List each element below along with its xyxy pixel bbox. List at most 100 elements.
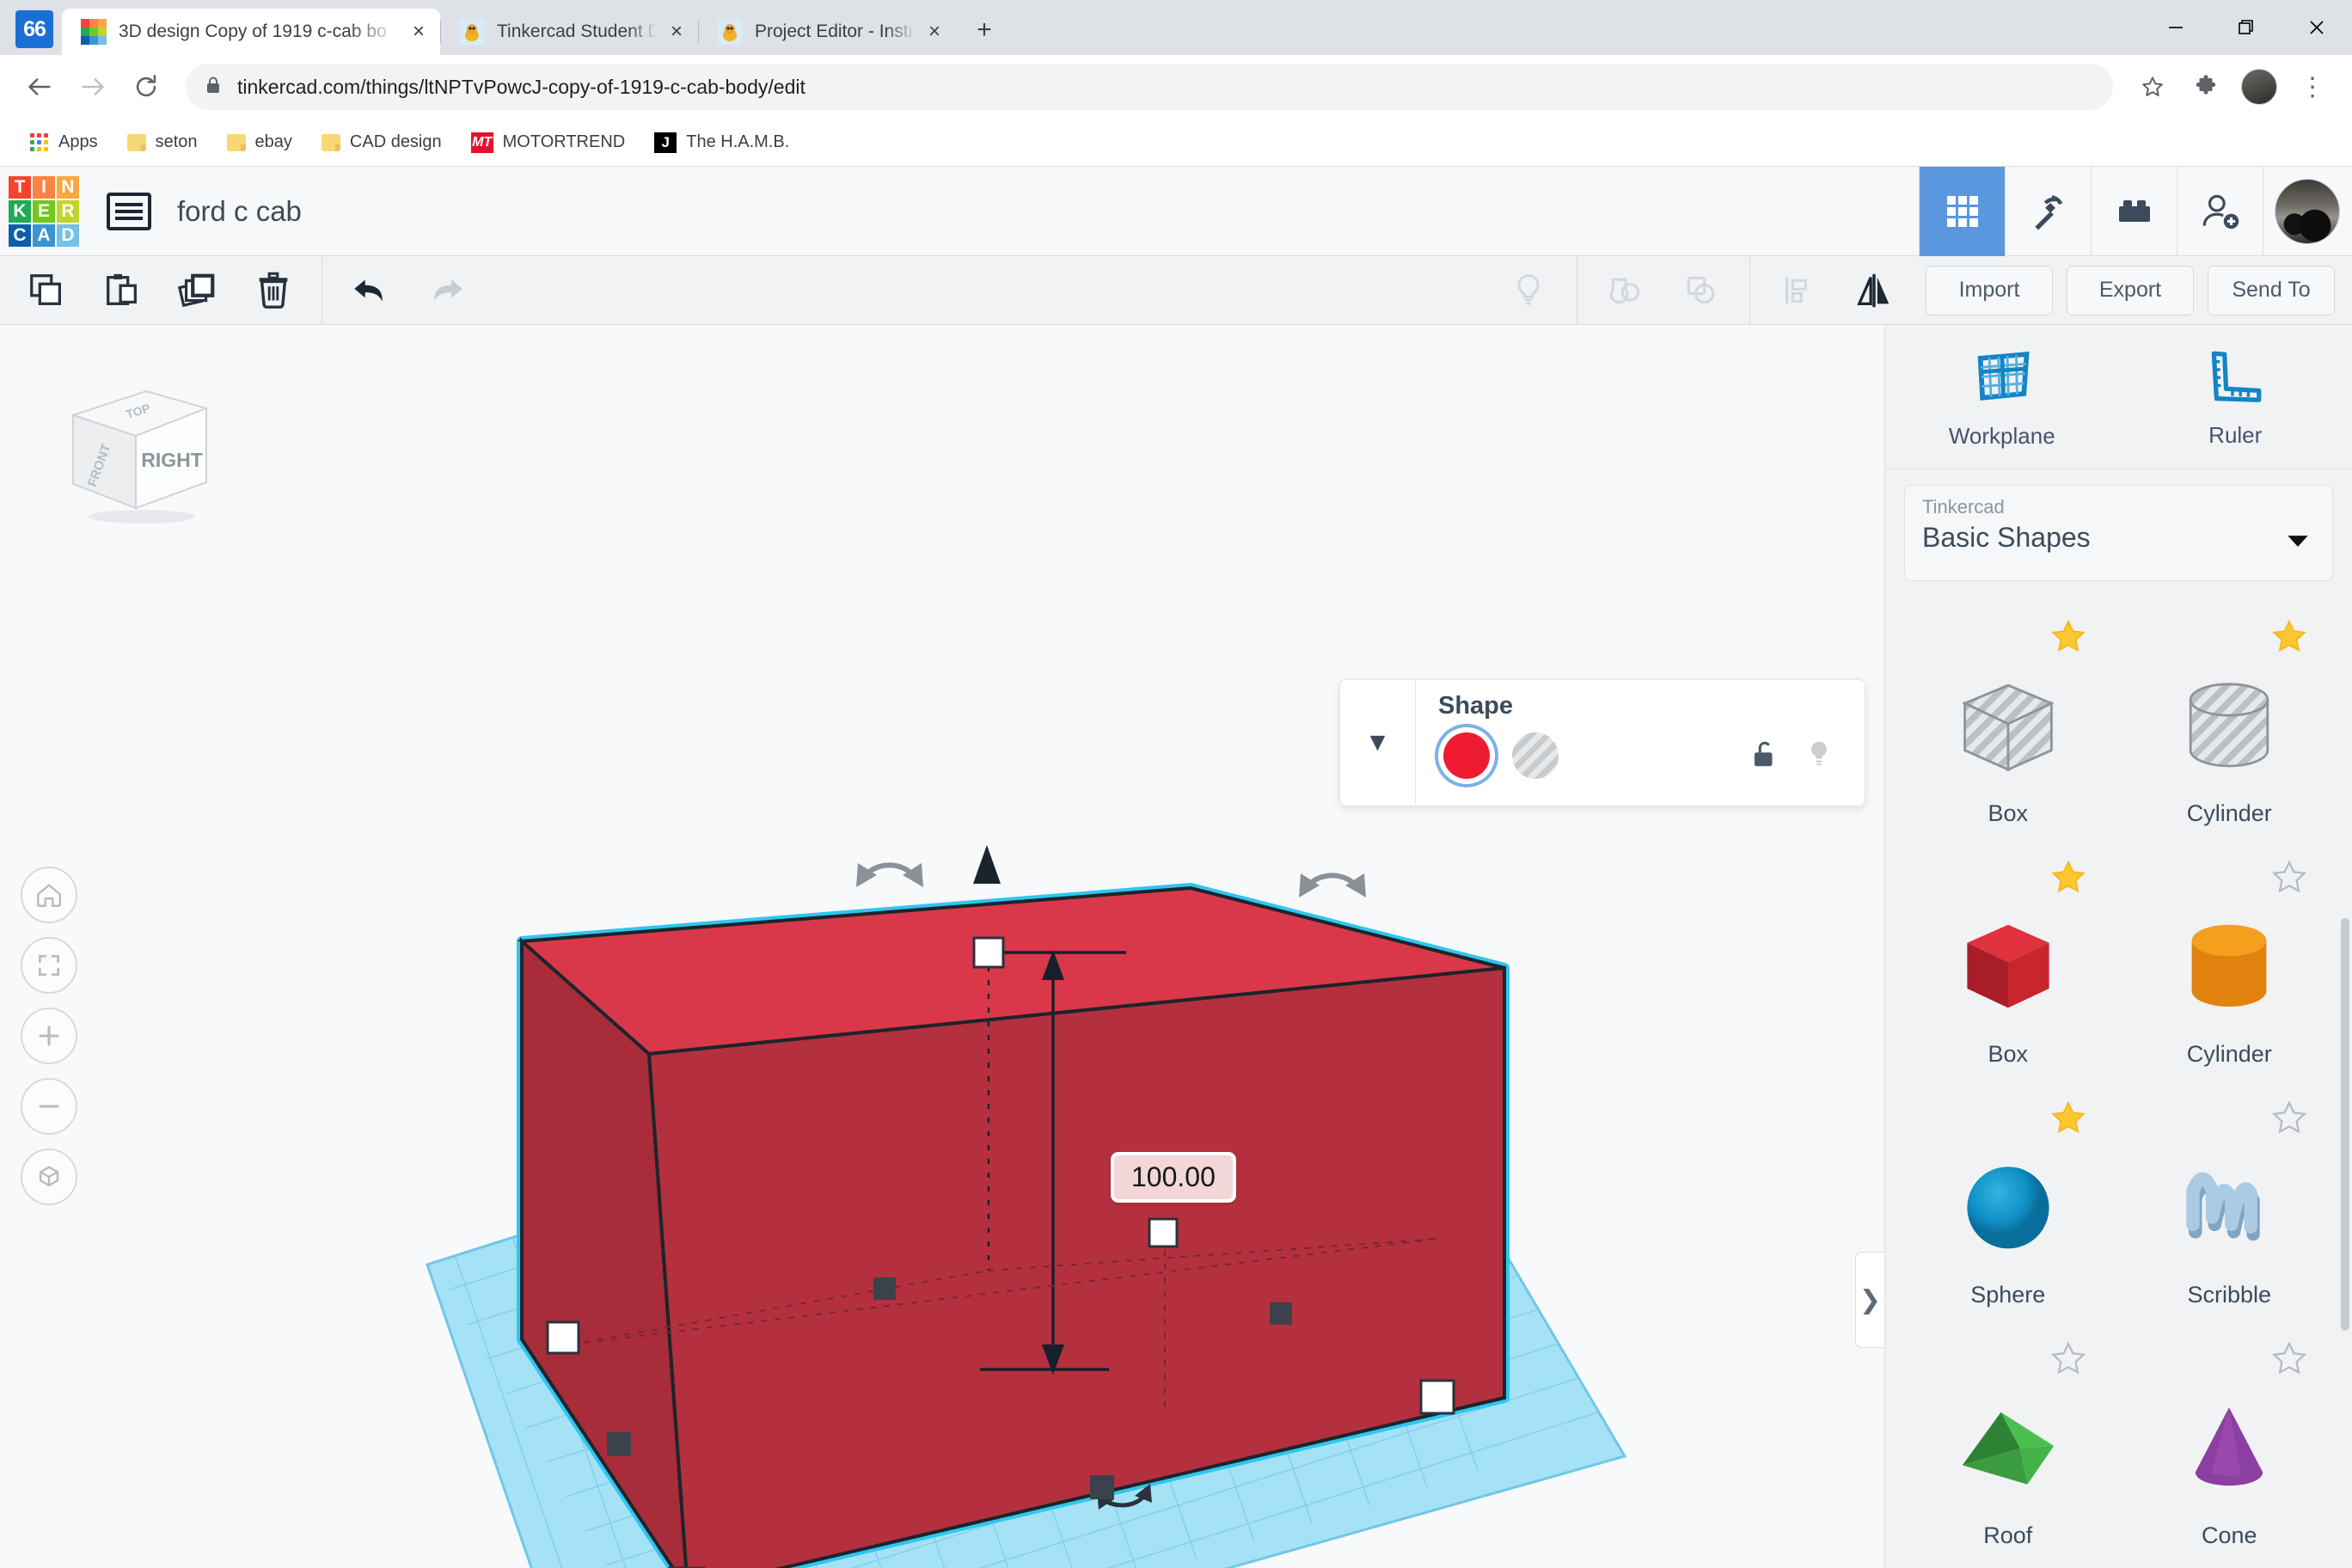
bookmark-label: MOTORTREND [502, 132, 626, 151]
delete-icon[interactable] [236, 256, 311, 325]
browser-tab-2[interactable]: Tinkercad Student Design Contes × [440, 9, 698, 55]
bookmark-cad-design[interactable]: CAD design [310, 127, 453, 157]
sidebar-scrollbar[interactable] [2341, 918, 2349, 1331]
bookmark-apps[interactable]: Apps [19, 127, 109, 157]
profile-avatar[interactable] [2235, 63, 2283, 111]
handle-edge-front [1090, 1475, 1114, 1499]
lightbulb-icon[interactable] [1803, 738, 1835, 775]
user-avatar[interactable] [2263, 166, 2352, 256]
browser-tab-3[interactable]: Project Editor - Instructables × [698, 9, 956, 55]
folder-icon [226, 133, 246, 151]
reload-button[interactable] [122, 63, 170, 111]
close-icon[interactable]: × [920, 17, 949, 46]
minimize-icon[interactable] [2141, 0, 2211, 55]
motortrend-icon: MT [470, 132, 493, 153]
folder-icon [126, 133, 146, 151]
instructables-icon [717, 19, 743, 45]
extension-badge[interactable]: 66 [15, 10, 53, 48]
undo-icon[interactable] [333, 256, 408, 325]
library-collection: Basic Shapes [1922, 522, 2091, 553]
paste-icon[interactable] [84, 256, 160, 325]
view-cube[interactable]: RIGHT FRONT TOP [34, 364, 215, 531]
apps-grid-icon [30, 132, 49, 152]
forward-button[interactable] [69, 63, 117, 111]
bookmark-motortrend[interactable]: MT MOTORTREND [460, 127, 637, 158]
handle-right [1419, 1379, 1455, 1415]
shape-panel-collapse-caret[interactable]: ▼ [1340, 680, 1416, 805]
workplane-label: Workplane [1948, 422, 2055, 449]
sidebar-collapse-handle[interactable]: ❯ [1855, 1252, 1884, 1348]
shape-card-box-solid[interactable]: Box [1897, 842, 2119, 1083]
star-filled-icon[interactable] [2049, 617, 2088, 661]
zoom-out-icon[interactable] [21, 1078, 77, 1135]
orthographic-toggle-icon[interactable] [21, 1148, 77, 1205]
chevron-down-icon [2286, 533, 2310, 553]
export-button[interactable]: Export [2067, 265, 2194, 315]
handle-edge-side [1270, 1302, 1292, 1325]
shape-card-cone[interactable]: Cone [2119, 1324, 2341, 1565]
zoom-in-icon[interactable] [21, 1008, 77, 1064]
close-icon[interactable]: × [404, 17, 433, 46]
shape-card-scribble[interactable]: Scribble [2119, 1083, 2341, 1324]
invite-person-icon[interactable] [2177, 166, 2263, 256]
browser-tab-1[interactable]: 3D design Copy of 1919 c-cab bo × [62, 9, 440, 55]
shape-card-roof[interactable]: Roof [1897, 1324, 2119, 1565]
project-list-icon[interactable] [107, 192, 151, 230]
bookmark-label: seton [155, 132, 198, 151]
send-to-button[interactable]: Send To [2208, 265, 2335, 315]
new-tab-button[interactable]: + [965, 10, 1004, 50]
copy-icon[interactable] [9, 256, 84, 325]
home-view-icon[interactable] [21, 867, 77, 923]
bookmark-hamb[interactable]: J The H.A.M.B. [643, 127, 800, 158]
toolbar-right-group: Import Export Send To [1491, 255, 2343, 325]
close-icon[interactable]: × [662, 17, 691, 46]
logo-tile: E [33, 199, 55, 223]
shape-card-cylinder-solid[interactable]: Cylinder [2119, 842, 2341, 1083]
solid-color-swatch[interactable] [1443, 732, 1490, 779]
handle-left [546, 1320, 580, 1355]
shape-card-cylinder-hole[interactable]: Cylinder [2119, 602, 2341, 842]
minecraft-pickaxe-icon[interactable] [2005, 166, 2091, 256]
hole-swatch[interactable] [1512, 732, 1559, 779]
redo-icon [408, 256, 484, 325]
star-filled-icon[interactable] [2269, 617, 2309, 661]
shape-label: Cone [2201, 1522, 2257, 1548]
3d-design-grid-icon[interactable] [1919, 166, 2005, 256]
close-icon[interactable] [2282, 0, 2352, 55]
duplicate-icon[interactable] [160, 256, 236, 325]
import-button[interactable]: Import [1926, 265, 2053, 315]
star-filled-icon[interactable] [2049, 858, 2088, 902]
shape-card-sphere[interactable]: Sphere [1897, 1083, 2119, 1324]
ruler-tool[interactable]: Ruler [2119, 325, 2352, 469]
extensions-icon[interactable] [2182, 63, 2230, 111]
unlock-icon[interactable] [1748, 738, 1780, 775]
back-button[interactable] [15, 63, 64, 111]
star-outline-icon[interactable] [2269, 1339, 2309, 1383]
bookmark-ebay[interactable]: ebay [216, 127, 303, 157]
bookmark-seton[interactable]: seton [116, 127, 209, 157]
shape-library-dropdown[interactable]: Tinkercad Basic Shapes [1904, 485, 2333, 581]
url-bar[interactable]: tinkercad.com/things/ltNPTvPowcJ-copy-of… [186, 64, 2113, 110]
extrude-up-handle[interactable] [973, 845, 1001, 884]
circuits-brick-icon[interactable] [2091, 166, 2177, 256]
star-outline-icon[interactable] [2049, 1339, 2088, 1383]
dimension-label[interactable]: 100.00 [1111, 1152, 1236, 1203]
ungroup-icon [1663, 256, 1739, 325]
browser-titlebar: 66 3D design Copy of 1919 c-cab bo × Tin… [0, 0, 2352, 55]
star-outline-icon[interactable] [2269, 858, 2309, 902]
bookmark-star-icon[interactable] [2128, 63, 2177, 111]
bookmarks-bar: Apps seton ebay CAD design MT MOTORTREND… [0, 119, 2352, 167]
view-cube-face-label: RIGHT [141, 449, 203, 471]
maximize-icon[interactable] [2211, 0, 2282, 55]
tinkercad-logo-icon[interactable]: T I N K E R C A D [9, 175, 79, 247]
logo-tile: N [57, 175, 79, 199]
star-filled-icon[interactable] [2049, 1099, 2088, 1142]
page-title[interactable]: ford c cab [177, 195, 302, 228]
mirror-icon[interactable] [1836, 256, 1912, 325]
shape-card-box-hole[interactable]: Box [1897, 602, 2119, 842]
logo-tile: R [57, 199, 79, 223]
browser-menu-icon[interactable]: ⋮ [2288, 63, 2337, 111]
fit-to-view-icon[interactable] [21, 937, 77, 994]
star-outline-icon[interactable] [2269, 1099, 2309, 1142]
workplane-tool[interactable]: Workplane [1885, 325, 2119, 469]
